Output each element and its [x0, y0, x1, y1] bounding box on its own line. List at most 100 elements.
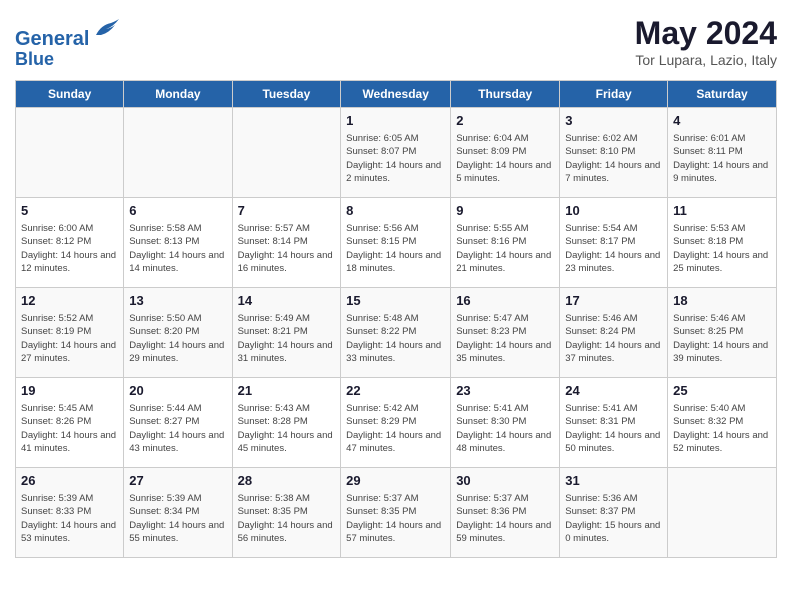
calendar-day-cell [124, 107, 232, 197]
calendar-day-cell: 18 Sunrise: 5:46 AMSunset: 8:25 PMDayligh… [668, 287, 777, 377]
day-info: Sunrise: 5:55 AMSunset: 8:16 PMDaylight:… [456, 222, 554, 275]
day-number: 28 [238, 472, 336, 490]
day-info: Sunrise: 5:46 AMSunset: 8:25 PMDaylight:… [673, 312, 771, 365]
day-info: Sunrise: 5:54 AMSunset: 8:17 PMDaylight:… [565, 222, 662, 275]
day-info: Sunrise: 5:37 AMSunset: 8:35 PMDaylight:… [346, 492, 445, 545]
calendar-week-row: 5 Sunrise: 6:00 AMSunset: 8:12 PMDaylight… [16, 197, 777, 287]
day-number: 3 [565, 112, 662, 130]
day-of-week-header: Sunday [16, 80, 124, 107]
calendar-day-cell: 13 Sunrise: 5:50 AMSunset: 8:20 PMDayligh… [124, 287, 232, 377]
logo-bird-icon [91, 15, 121, 45]
calendar-day-cell: 7 Sunrise: 5:57 AMSunset: 8:14 PMDaylight… [232, 197, 341, 287]
calendar-day-cell: 16 Sunrise: 5:47 AMSunset: 8:23 PMDayligh… [451, 287, 560, 377]
day-info: Sunrise: 5:39 AMSunset: 8:33 PMDaylight:… [21, 492, 118, 545]
day-number: 27 [129, 472, 226, 490]
calendar-day-cell: 11 Sunrise: 5:53 AMSunset: 8:18 PMDayligh… [668, 197, 777, 287]
day-number: 20 [129, 382, 226, 400]
calendar-day-cell: 31 Sunrise: 5:36 AMSunset: 8:37 PMDayligh… [560, 467, 668, 557]
logo: General Blue [15, 15, 121, 70]
day-info: Sunrise: 5:43 AMSunset: 8:28 PMDaylight:… [238, 402, 336, 455]
day-info: Sunrise: 5:40 AMSunset: 8:32 PMDaylight:… [673, 402, 771, 455]
calendar-day-cell: 22Sunrise: 5:42 AMSunset: 8:29 PMDayligh… [341, 377, 451, 467]
calendar-day-cell: 26Sunrise: 5:39 AMSunset: 8:33 PMDayligh… [16, 467, 124, 557]
day-number: 6 [129, 202, 226, 220]
day-info: Sunrise: 5:53 AMSunset: 8:18 PMDaylight:… [673, 222, 771, 275]
day-number: 23 [456, 382, 554, 400]
calendar-table: SundayMondayTuesdayWednesdayThursdayFrid… [15, 80, 777, 558]
day-info: Sunrise: 5:48 AMSunset: 8:22 PMDaylight:… [346, 312, 445, 365]
day-number: 13 [129, 292, 226, 310]
day-info: Sunrise: 5:42 AMSunset: 8:29 PMDaylight:… [346, 402, 445, 455]
day-number: 1 [346, 112, 445, 130]
day-info: Sunrise: 6:05 AMSunset: 8:07 PMDaylight:… [346, 132, 445, 185]
day-number: 16 [456, 292, 554, 310]
day-number: 9 [456, 202, 554, 220]
calendar-week-row: 1 Sunrise: 6:05 AMSunset: 8:07 PMDaylight… [16, 107, 777, 197]
day-info: Sunrise: 6:01 AMSunset: 8:11 PMDaylight:… [673, 132, 771, 185]
day-of-week-header: Saturday [668, 80, 777, 107]
calendar-day-cell: 12Sunrise: 5:52 AMSunset: 8:19 PMDayligh… [16, 287, 124, 377]
day-info: Sunrise: 5:39 AMSunset: 8:34 PMDaylight:… [129, 492, 226, 545]
day-number: 2 [456, 112, 554, 130]
logo-text: General [15, 15, 121, 50]
day-number: 21 [238, 382, 336, 400]
calendar-day-cell: 29 Sunrise: 5:37 AMSunset: 8:35 PMDayligh… [341, 467, 451, 557]
day-info: Sunrise: 5:58 AMSunset: 8:13 PMDaylight:… [129, 222, 226, 275]
calendar-header-row: SundayMondayTuesdayWednesdayThursdayFrid… [16, 80, 777, 107]
calendar-day-cell: 6 Sunrise: 5:58 AMSunset: 8:13 PMDaylight… [124, 197, 232, 287]
calendar-day-cell [668, 467, 777, 557]
day-info: Sunrise: 5:57 AMSunset: 8:14 PMDaylight:… [238, 222, 336, 275]
day-info: Sunrise: 5:49 AMSunset: 8:21 PMDaylight:… [238, 312, 336, 365]
day-info: Sunrise: 5:45 AMSunset: 8:26 PMDaylight:… [21, 402, 118, 455]
logo-blue-text: Blue [15, 50, 121, 70]
calendar-day-cell: 20 Sunrise: 5:44 AMSunset: 8:27 PMDayligh… [124, 377, 232, 467]
calendar-day-cell: 23Sunrise: 5:41 AMSunset: 8:30 PMDayligh… [451, 377, 560, 467]
day-number: 5 [21, 202, 118, 220]
day-number: 29 [346, 472, 445, 490]
calendar-week-row: 12Sunrise: 5:52 AMSunset: 8:19 PMDayligh… [16, 287, 777, 377]
day-of-week-header: Tuesday [232, 80, 341, 107]
calendar-week-row: 26Sunrise: 5:39 AMSunset: 8:33 PMDayligh… [16, 467, 777, 557]
day-number: 17 [565, 292, 662, 310]
calendar-day-cell: 10Sunrise: 5:54 AMSunset: 8:17 PMDayligh… [560, 197, 668, 287]
calendar-day-cell: 17Sunrise: 5:46 AMSunset: 8:24 PMDayligh… [560, 287, 668, 377]
day-info: Sunrise: 5:44 AMSunset: 8:27 PMDaylight:… [129, 402, 226, 455]
day-number: 11 [673, 202, 771, 220]
day-info: Sunrise: 5:52 AMSunset: 8:19 PMDaylight:… [21, 312, 118, 365]
calendar-day-cell: 15Sunrise: 5:48 AMSunset: 8:22 PMDayligh… [341, 287, 451, 377]
calendar-day-cell: 2Sunrise: 6:04 AMSunset: 8:09 PMDaylight… [451, 107, 560, 197]
day-number: 7 [238, 202, 336, 220]
day-info: Sunrise: 5:50 AMSunset: 8:20 PMDaylight:… [129, 312, 226, 365]
calendar-day-cell [16, 107, 124, 197]
title-block: May 2024 Tor Lupara, Lazio, Italy [635, 15, 777, 68]
day-number: 4 [673, 112, 771, 130]
day-info: Sunrise: 5:47 AMSunset: 8:23 PMDaylight:… [456, 312, 554, 365]
calendar-body: 1 Sunrise: 6:05 AMSunset: 8:07 PMDaylight… [16, 107, 777, 557]
day-info: Sunrise: 5:37 AMSunset: 8:36 PMDaylight:… [456, 492, 554, 545]
calendar-day-cell [232, 107, 341, 197]
day-of-week-header: Friday [560, 80, 668, 107]
day-info: Sunrise: 5:41 AMSunset: 8:31 PMDaylight:… [565, 402, 662, 455]
calendar-day-cell: 8 Sunrise: 5:56 AMSunset: 8:15 PMDaylight… [341, 197, 451, 287]
day-info: Sunrise: 5:38 AMSunset: 8:35 PMDaylight:… [238, 492, 336, 545]
calendar-week-row: 19Sunrise: 5:45 AMSunset: 8:26 PMDayligh… [16, 377, 777, 467]
day-number: 8 [346, 202, 445, 220]
day-number: 14 [238, 292, 336, 310]
day-info: Sunrise: 6:00 AMSunset: 8:12 PMDaylight:… [21, 222, 118, 275]
location-title: Tor Lupara, Lazio, Italy [635, 52, 777, 68]
calendar-day-cell: 27 Sunrise: 5:39 AMSunset: 8:34 PMDayligh… [124, 467, 232, 557]
day-info: Sunrise: 5:56 AMSunset: 8:15 PMDaylight:… [346, 222, 445, 275]
calendar-day-cell: 24Sunrise: 5:41 AMSunset: 8:31 PMDayligh… [560, 377, 668, 467]
day-number: 30 [456, 472, 554, 490]
day-number: 31 [565, 472, 662, 490]
calendar-day-cell: 3Sunrise: 6:02 AMSunset: 8:10 PMDaylight… [560, 107, 668, 197]
calendar-day-cell: 21 Sunrise: 5:43 AMSunset: 8:28 PMDayligh… [232, 377, 341, 467]
day-of-week-header: Thursday [451, 80, 560, 107]
calendar-day-cell: 4 Sunrise: 6:01 AMSunset: 8:11 PMDaylight… [668, 107, 777, 197]
day-of-week-header: Monday [124, 80, 232, 107]
day-number: 18 [673, 292, 771, 310]
day-info: Sunrise: 5:36 AMSunset: 8:37 PMDaylight:… [565, 492, 662, 545]
calendar-day-cell: 1 Sunrise: 6:05 AMSunset: 8:07 PMDaylight… [341, 107, 451, 197]
calendar-day-cell: 5 Sunrise: 6:00 AMSunset: 8:12 PMDaylight… [16, 197, 124, 287]
calendar-day-cell: 9 Sunrise: 5:55 AMSunset: 8:16 PMDaylight… [451, 197, 560, 287]
